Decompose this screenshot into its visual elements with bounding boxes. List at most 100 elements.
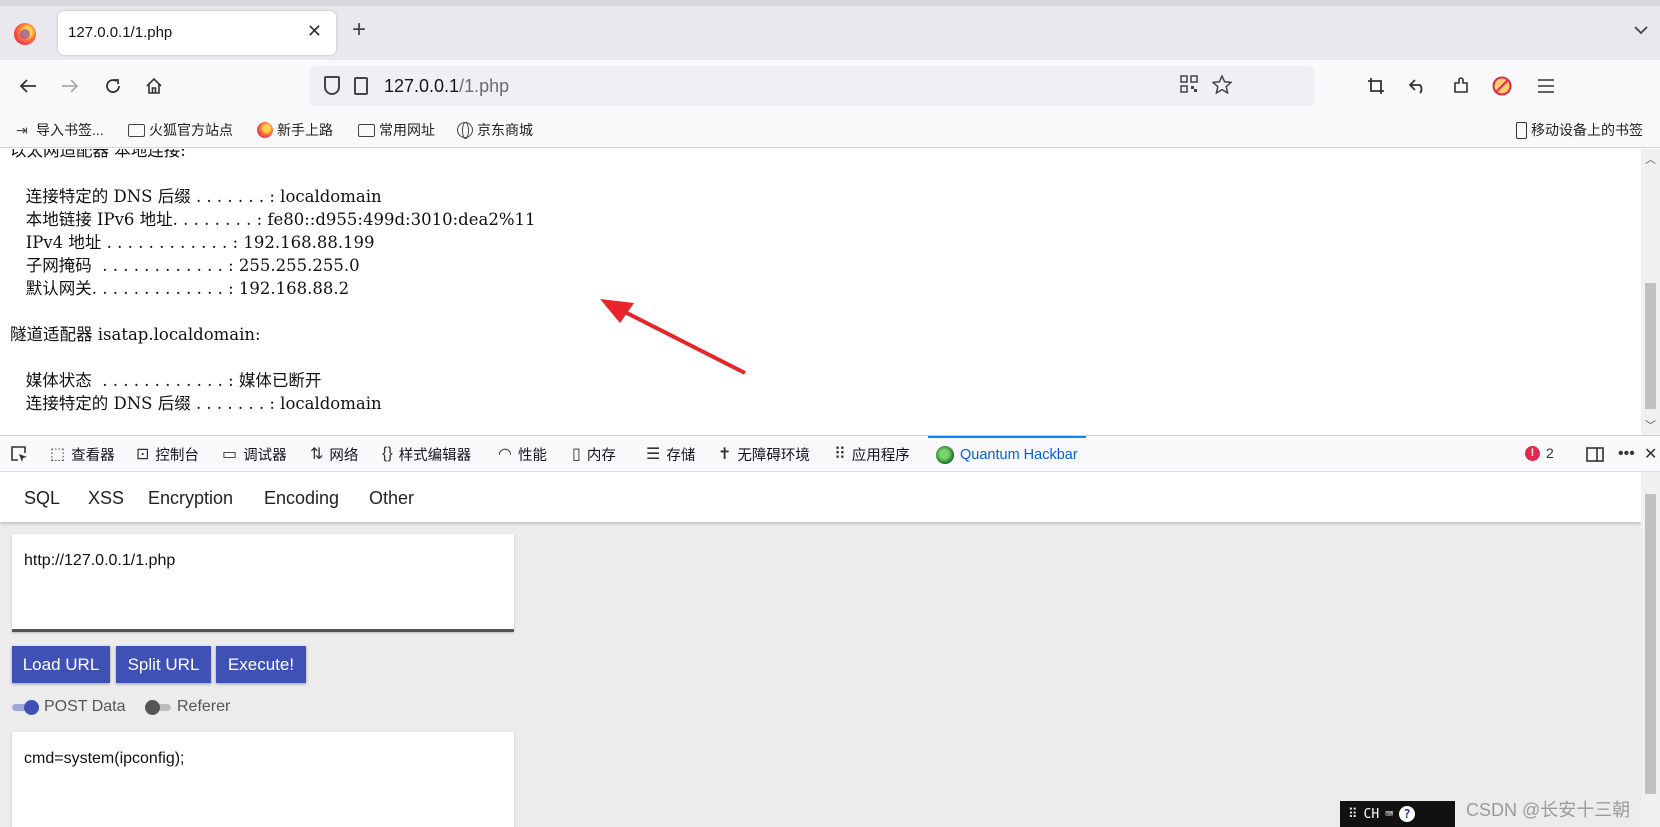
blocked-extension-icon[interactable] <box>1486 70 1518 102</box>
element-picker-icon <box>11 446 27 462</box>
home-button[interactable] <box>138 70 170 102</box>
tab-console[interactable]: ⊡ 控制台 <box>136 436 199 472</box>
devtools-menu-button[interactable]: ••• <box>1618 436 1635 472</box>
back-arrow-icon <box>19 79 36 93</box>
devtools-toolbar: ⬚ 查看器 ⊡ 控制台 ▭ 调试器 ⇅ 网络 {} 样式编辑器 ◠ 性能 ▯ 内存 ☰ 存储 ✝… <box>0 435 1660 472</box>
bookmark-common-sites[interactable]: 常用网址 <box>358 120 435 140</box>
url-text[interactable]: 127.0.0.1/1.php <box>384 76 509 97</box>
folder-icon <box>358 123 375 137</box>
hackbar-icon <box>936 446 954 464</box>
tab-quantum-hackbar[interactable]: Quantum Hackbar <box>928 436 1086 472</box>
extensions-puzzle-icon[interactable] <box>1445 70 1477 102</box>
tab-performance[interactable]: ◠ 性能 <box>498 436 547 472</box>
tab-inspector[interactable]: ⬚ 查看器 <box>50 436 115 472</box>
bookmark-jd[interactable]: 京东商城 <box>457 120 533 140</box>
error-count[interactable]: ! 2 <box>1525 445 1554 461</box>
error-icon: ! <box>1525 445 1540 461</box>
page-scroll-thumb[interactable] <box>1645 283 1656 409</box>
annotation-arrow <box>600 299 746 375</box>
tab-storage[interactable]: ☰ 存储 <box>646 436 695 472</box>
application-icon: ⠿ <box>834 446 846 463</box>
hackbar-scrollbar[interactable] <box>1641 472 1660 827</box>
bookmark-star-icon[interactable] <box>1211 74 1233 100</box>
ime-toolbar[interactable]: ⠿ CH ⌨ ? <box>1340 801 1455 827</box>
qr-code-icon[interactable] <box>1180 75 1198 99</box>
firefox-view-icon[interactable] <box>14 23 36 45</box>
tab-network[interactable]: ⇅ 网络 <box>310 436 358 472</box>
hackbar-panel: SQL XSS Encryption Encoding Other http:/… <box>0 472 1641 827</box>
dock-side-icon <box>1586 447 1604 462</box>
import-icon: ⇥ <box>16 122 28 138</box>
folder-icon <box>128 123 145 137</box>
hackbar-scroll-thumb[interactable] <box>1645 494 1656 794</box>
tab-accessibility[interactable]: ✝ 无障碍环境 <box>718 436 810 472</box>
app-menu-hamburger-icon[interactable] <box>1530 70 1562 102</box>
watermark: CSDN @长安十三朝 <box>1466 800 1631 820</box>
forward-button[interactable] <box>54 70 86 102</box>
bookmarks-toolbar: ⇥ 导入书签... 火狐官方站点 新手上路 常用网址 京东商城 移动设备上的书签 <box>0 112 1660 148</box>
bookmark-firefox-official[interactable]: 火狐官方站点 <box>128 120 233 140</box>
more-dots-icon: ••• <box>1618 445 1635 462</box>
tab-list-chevron-icon[interactable] <box>1634 22 1648 38</box>
menu-xss[interactable]: XSS <box>88 488 124 509</box>
tab-strip: 127.0.0.1/1.php ✕ + <box>0 0 1660 60</box>
scroll-down-icon[interactable]: ﹀ <box>1645 417 1656 433</box>
menu-encryption[interactable]: Encryption <box>148 488 233 509</box>
help-icon[interactable]: ? <box>1399 806 1416 822</box>
keyboard-icon[interactable]: ⌨ <box>1385 807 1393 822</box>
tracking-protection-shield-icon[interactable] <box>324 76 340 95</box>
execute-button[interactable]: Execute! <box>216 646 306 683</box>
storage-icon: ☰ <box>646 446 661 463</box>
inspector-icon: ⬚ <box>50 446 66 463</box>
mobile-device-icon <box>1516 121 1527 139</box>
firefox-icon <box>257 122 273 138</box>
screenshot-crop-icon[interactable] <box>1360 70 1392 102</box>
menu-other[interactable]: Other <box>369 488 414 509</box>
menu-sql[interactable]: SQL <box>24 488 60 509</box>
close-icon: ✕ <box>1644 446 1658 463</box>
referer-toggle[interactable]: Referer <box>145 698 230 716</box>
url-textarea[interactable]: http://127.0.0.1/1.php <box>12 534 514 632</box>
page-content: 以太网适配器 本地连接: 连接特定的 DNS 后缀 . . . . . . . … <box>0 149 1641 435</box>
forward-arrow-icon <box>62 79 79 93</box>
tab-close-icon[interactable]: ✕ <box>307 21 322 42</box>
tab-debugger[interactable]: ▭ 调试器 <box>222 436 287 472</box>
new-tab-button[interactable]: + <box>352 18 366 42</box>
debugger-icon: ▭ <box>222 446 238 463</box>
scroll-up-icon[interactable]: ︿ <box>1645 151 1656 167</box>
devtools-close-button[interactable]: ✕ <box>1644 436 1657 472</box>
load-url-button[interactable]: Load URL <box>12 646 110 683</box>
hackbar-menu: SQL XSS Encryption Encoding Other <box>0 472 1641 522</box>
back-button[interactable] <box>12 70 44 102</box>
url-bar[interactable]: 127.0.0.1/1.php <box>310 66 1314 106</box>
tab-style-editor[interactable]: {} 样式编辑器 <box>382 436 471 472</box>
accessibility-icon: ✝ <box>718 446 732 463</box>
tab-memory[interactable]: ▯ 内存 <box>572 436 616 472</box>
dock-toggle-button[interactable] <box>1586 436 1604 472</box>
post-data-textarea[interactable]: cmd=system(ipconfig); <box>12 732 514 827</box>
page-info-icon[interactable] <box>354 77 368 95</box>
mobile-bookmarks[interactable]: 移动设备上的书签 <box>1516 120 1643 140</box>
bookmark-import[interactable]: ⇥ 导入书签... <box>16 120 104 140</box>
undo-arrow-icon[interactable] <box>1402 70 1434 102</box>
console-icon: ⊡ <box>136 446 150 463</box>
network-icon: ⇅ <box>310 446 324 463</box>
reload-button[interactable] <box>97 70 129 102</box>
menu-encoding[interactable]: Encoding <box>264 488 339 509</box>
performance-icon: ◠ <box>498 446 512 463</box>
tab-title: 127.0.0.1/1.php <box>68 24 173 41</box>
bookmark-getting-started[interactable]: 新手上路 <box>257 120 333 140</box>
post-data-toggle[interactable]: POST Data <box>12 698 126 716</box>
toggle-switch-on[interactable] <box>12 700 39 715</box>
browser-tab-active[interactable]: 127.0.0.1/1.php ✕ <box>58 11 336 55</box>
toggle-switch-off[interactable] <box>145 700 171 715</box>
element-picker-button[interactable] <box>10 436 28 472</box>
page-scrollbar[interactable]: ︿ ﹀ <box>1641 149 1660 435</box>
home-icon <box>146 77 162 94</box>
tab-application[interactable]: ⠿ 应用程序 <box>834 436 910 472</box>
ime-grip-icon: ⠿ <box>1348 806 1358 822</box>
navigation-toolbar: 127.0.0.1/1.php <box>0 60 1660 112</box>
reload-icon <box>106 79 120 93</box>
split-url-button[interactable]: Split URL <box>116 646 211 683</box>
ime-language[interactable]: CH <box>1364 807 1380 822</box>
